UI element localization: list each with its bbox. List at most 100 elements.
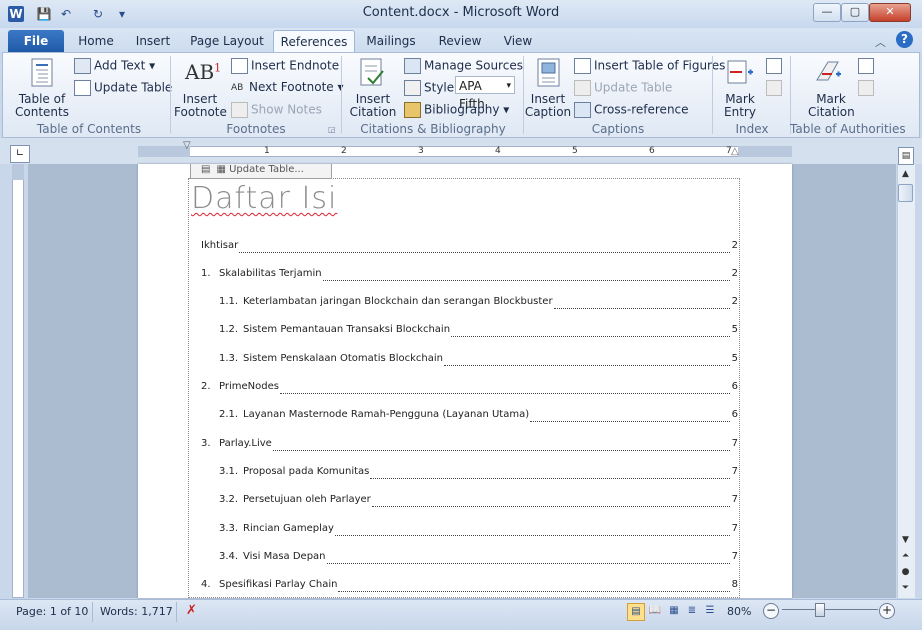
scroll-down-icon[interactable]: ▼ <box>897 532 914 548</box>
cross-reference-button[interactable]: Cross-reference <box>574 102 689 118</box>
tab-selector-icon[interactable]: ∟ <box>10 145 30 163</box>
page-count[interactable]: Page: 1 of 10 <box>16 605 88 618</box>
tab-review[interactable]: Review <box>432 30 488 52</box>
update-table-of-authorities-icon[interactable] <box>858 80 874 96</box>
update-table-icon <box>74 80 91 96</box>
insert-footnote-icon: AB1 <box>185 60 222 84</box>
tab-insert[interactable]: Insert <box>130 30 176 52</box>
tab-view[interactable]: View <box>496 30 540 52</box>
group-label-toa: Table of Authorities <box>790 122 906 136</box>
scrollbar-thumb[interactable] <box>898 184 913 202</box>
group-separator <box>712 56 713 134</box>
ruler-number: 5 <box>572 146 578 156</box>
toc-content-control[interactable] <box>188 178 740 598</box>
group-label-index: Index <box>735 122 769 136</box>
next-footnote-label: Next Footnote <box>249 80 334 94</box>
update-index-icon[interactable] <box>766 80 782 96</box>
close-button[interactable]: ✕ <box>869 3 911 22</box>
group-separator <box>170 56 171 134</box>
help-icon[interactable]: ? <box>896 31 913 48</box>
bibliography-label: Bibliography <box>424 102 500 117</box>
cross-reference-label: Cross-reference <box>594 102 689 117</box>
tab-references[interactable]: References <box>273 30 355 53</box>
bibliography-icon <box>404 102 421 118</box>
group-label-toc: Table of Contents <box>36 122 142 136</box>
update-table-button[interactable]: Update Table <box>74 80 172 96</box>
citation-style-select[interactable]: APA Fifth ▾ <box>455 76 515 111</box>
zoom-slider[interactable] <box>782 609 878 610</box>
insert-endnote-label: Insert Endnote <box>251 58 340 73</box>
style-label: Style: <box>404 80 458 96</box>
web-layout-icon[interactable]: ▦ <box>666 603 682 619</box>
dialog-launcher-icon[interactable]: ◲ <box>328 125 336 134</box>
window-title: Content.docx - Microsoft Word <box>362 5 560 20</box>
show-notes-button[interactable]: Show Notes <box>231 102 322 118</box>
insert-footnote-button[interactable]: Insert Footnote <box>174 93 227 119</box>
document-heading: Daftar Isi <box>191 181 338 216</box>
print-layout-icon[interactable]: ▤ <box>627 603 645 621</box>
table-of-figures-icon <box>574 58 591 74</box>
proofing-icon[interactable]: ✗ <box>186 603 197 618</box>
scroll-up-icon[interactable]: ▲ <box>897 166 914 182</box>
insert-endnote-button[interactable]: Insert Endnote <box>231 58 339 74</box>
insert-caption-icon <box>537 58 560 87</box>
insert-table-of-figures-label: Insert Table of Figures <box>594 58 726 73</box>
insert-endnote-icon <box>231 58 248 74</box>
insert-index-icon[interactable] <box>766 58 782 74</box>
maximize-button[interactable]: ▢ <box>841 3 869 22</box>
ruler-number: 1 <box>264 146 270 156</box>
previous-page-icon[interactable]: ⏶ <box>897 548 914 564</box>
toc-icon: ▤ <box>201 164 211 175</box>
ribbon-minimize-icon[interactable]: ︿ <box>875 34 886 50</box>
full-screen-reading-icon[interactable]: 📖 <box>647 603 663 619</box>
word-count[interactable]: Words: 1,717 <box>100 605 173 618</box>
minimize-button[interactable]: — <box>813 3 841 22</box>
bibliography-button[interactable]: Bibliography ▾ <box>404 102 509 118</box>
next-footnote-button[interactable]: AB Next Footnote ▾ <box>231 80 344 95</box>
tab-file[interactable]: File <box>8 30 64 52</box>
tab-home[interactable]: Home <box>72 30 120 52</box>
update-table-figures-label: Update Table <box>594 80 673 95</box>
update-table-figures-icon <box>574 80 591 96</box>
table-of-contents-button[interactable]: Table of Contents <box>14 93 70 119</box>
mark-entry-icon <box>727 60 753 84</box>
select-browse-object-icon[interactable]: ● <box>897 564 914 580</box>
horizontal-ruler[interactable] <box>138 146 792 157</box>
zoom-out-icon[interactable]: − <box>763 603 779 619</box>
draft-icon[interactable]: ☰ <box>702 603 718 619</box>
insert-citation-button[interactable]: Insert Citation <box>346 93 400 119</box>
zoom-slider-thumb[interactable] <box>815 603 825 617</box>
mark-citation-icon <box>816 61 841 81</box>
ruler-number: 4 <box>495 146 501 156</box>
status-separator <box>92 602 93 622</box>
add-text-button[interactable]: Add Text ▾ <box>74 58 155 74</box>
update-table-figures-button[interactable]: Update Table <box>574 80 672 96</box>
mark-entry-button[interactable]: Mark Entry <box>722 93 758 119</box>
content-control-tab[interactable]: ▤ ▦ Update Table... <box>190 164 332 179</box>
right-indent-marker-icon[interactable]: △ <box>731 146 739 157</box>
style-icon <box>404 80 421 96</box>
vertical-ruler[interactable] <box>12 164 24 598</box>
tab-page-layout[interactable]: Page Layout <box>188 30 266 52</box>
ruler-number: 6 <box>649 146 655 156</box>
status-separator <box>176 602 177 622</box>
group-label-citations: Citations & Bibliography <box>360 122 506 136</box>
insert-table-of-figures-button[interactable]: Insert Table of Figures <box>574 58 725 74</box>
tab-mailings[interactable]: Mailings <box>362 30 420 52</box>
indent-marker-icon[interactable]: ▽ <box>183 140 191 151</box>
zoom-in-icon[interactable]: + <box>879 603 895 619</box>
cross-reference-icon <box>574 102 591 118</box>
manage-sources-button[interactable]: Manage Sources <box>404 58 523 74</box>
vertical-ruler-margin <box>12 164 24 180</box>
next-page-icon[interactable]: ⏷ <box>897 580 914 596</box>
insert-caption-button[interactable]: Insert Caption <box>524 93 572 119</box>
table-of-contents-icon <box>31 58 53 87</box>
view-ruler-icon[interactable]: ▤ <box>898 147 914 165</box>
mark-citation-button[interactable]: Mark Citation <box>808 93 855 119</box>
zoom-level[interactable]: 80% <box>727 605 751 618</box>
outline-icon[interactable]: ≣ <box>684 603 700 619</box>
ruler-number: 3 <box>418 146 424 156</box>
show-notes-label: Show Notes <box>251 102 322 117</box>
insert-table-of-authorities-icon[interactable] <box>858 58 874 74</box>
ruler-number: 2 <box>341 146 347 156</box>
